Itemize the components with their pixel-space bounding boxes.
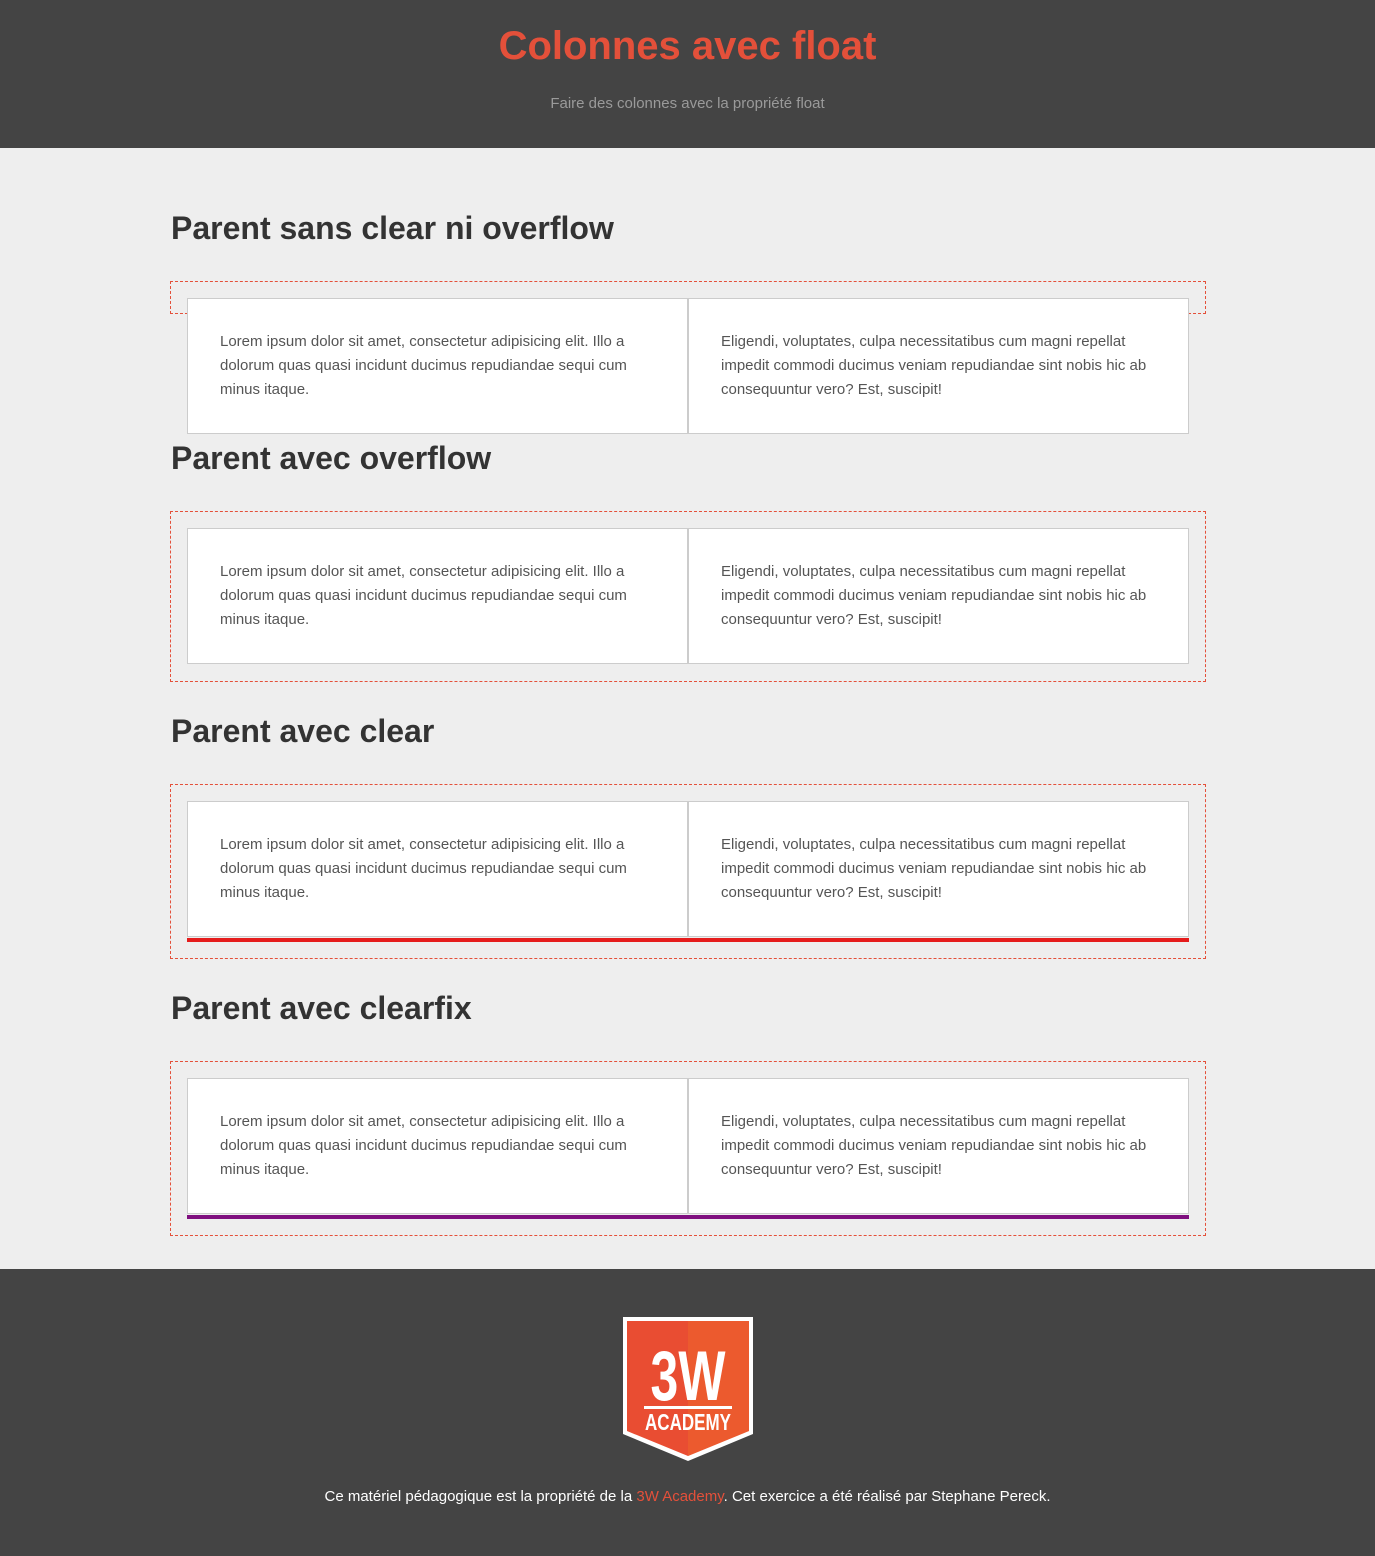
columns-row: Lorem ipsum dolor sit amet, consectetur … [187,528,1189,664]
page-subtitle: Faire des colonnes avec la propriété flo… [550,95,825,112]
logo-shield-icon: 3W ACADEMY [623,1317,753,1461]
columns-row: Lorem ipsum dolor sit amet, consectetur … [187,1078,1189,1214]
page-header: Colonnes avec float Faire des colonnes a… [0,0,1375,148]
page-footer: 3W ACADEMY Ce matériel pédagogique est l… [0,1269,1375,1556]
section-title-clearfix: Parent avec clearfix [171,990,472,1026]
3w-academy-logo[interactable]: 3W ACADEMY [622,1316,754,1467]
footer-credits: Ce matériel pédagogique est la propriété… [0,1488,1375,1505]
column-left: Lorem ipsum dolor sit amet, consectetur … [187,528,688,664]
column-right: Eligendi, voluptates, culpa necessitatib… [688,528,1189,664]
clearfix-element-bar [187,1215,1189,1219]
column-left: Lorem ipsum dolor sit amet, consectetur … [187,1078,688,1214]
column-right: Eligendi, voluptates, culpa necessitatib… [688,298,1189,434]
footer-text-after: . Cet exercice a été réalisé par Stephan… [723,1488,1051,1505]
column-right: Eligendi, voluptates, culpa necessitatib… [688,801,1189,937]
columns-row: Lorem ipsum dolor sit amet, consectetur … [187,801,1189,937]
logo-line2: ACADEMY [645,1411,731,1436]
section-title-overflow: Parent avec overflow [171,440,492,476]
logo-line1: 3W [651,1337,726,1415]
clear-element-bar [187,938,1189,942]
footer-text-before: Ce matériel pédagogique est la propriété… [324,1488,637,1505]
main-content: Parent sans clear ni overflow Lorem ipsu… [0,148,1375,1269]
column-left: Lorem ipsum dolor sit amet, consectetur … [187,801,688,937]
section-title-no-clear: Parent sans clear ni overflow [171,210,614,246]
section-title-clear: Parent avec clear [171,713,435,749]
page-title: Colonnes avec float [498,24,877,68]
columns-row: Lorem ipsum dolor sit amet, consectetur … [187,298,1189,434]
column-right: Eligendi, voluptates, culpa necessitatib… [688,1078,1189,1214]
column-left: Lorem ipsum dolor sit amet, consectetur … [187,298,688,434]
3w-academy-link[interactable]: 3W Academy [636,1488,723,1505]
